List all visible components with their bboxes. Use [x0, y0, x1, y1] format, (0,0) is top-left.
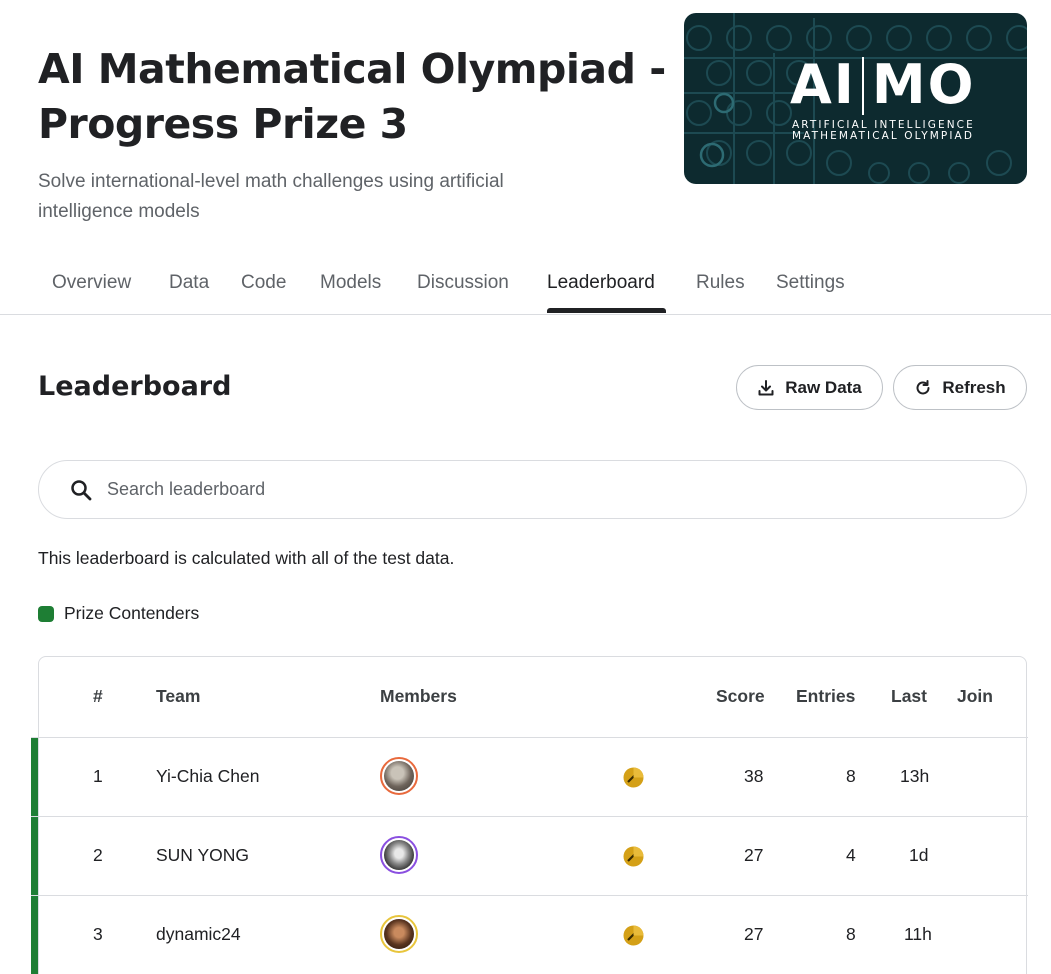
logo-divider	[861, 57, 864, 115]
avatar-image	[384, 919, 414, 949]
avatar[interactable]	[380, 836, 418, 874]
refresh-icon	[916, 379, 930, 394]
logo-subtitle: ARTIFICIAL INTELLIGENCE MATHEMATICAL OLYM…	[792, 120, 975, 142]
search-input[interactable]	[107, 479, 907, 500]
table-row[interactable]: 3 dynamic24 27 8 11h	[31, 895, 1028, 974]
last-cell: 11h	[904, 924, 932, 944]
gold-medal-icon	[623, 925, 644, 946]
raw-data-label: Raw Data	[785, 377, 862, 397]
tab-overview[interactable]: Overview	[52, 272, 131, 294]
competition-tabs: Overview Data Code Models Discussion Lea…	[0, 260, 1051, 315]
table-row[interactable]: 1 Yi-Chia Chen 38 8 13h	[31, 737, 1028, 816]
tab-rules[interactable]: Rules	[696, 272, 745, 294]
table-header: # Team Members Score Entries Last Join	[39, 657, 1026, 737]
refresh-label: Refresh	[942, 377, 1006, 397]
page-title: AI Mathematical Olympiad - Progress Priz…	[38, 45, 666, 148]
tab-leaderboard[interactable]: Leaderboard	[547, 272, 655, 294]
page-subtitle: Solve international-level math challenge…	[38, 171, 504, 222]
logo-mo-text: MO	[871, 53, 976, 116]
rank-cell: 3	[93, 924, 103, 944]
rank-cell: 2	[93, 845, 103, 865]
legend-prize-contenders: Prize Contenders	[38, 603, 199, 624]
legend-label: Prize Contenders	[64, 603, 200, 623]
active-tab-indicator	[547, 308, 666, 313]
column-entries[interactable]: Entries	[796, 686, 855, 707]
prize-contender-swatch	[38, 605, 54, 622]
tab-discussion[interactable]: Discussion	[417, 272, 509, 294]
logo-wordmark: AI MO	[790, 55, 976, 115]
entries-cell: 8	[846, 766, 856, 786]
tab-data[interactable]: Data	[169, 272, 209, 294]
avatar-image	[384, 761, 414, 791]
logo-sub-line2: MATHEMATICAL OLYMPIAD	[792, 130, 974, 142]
team-name[interactable]: SUN YONG	[156, 845, 249, 866]
rank-cell: 1	[93, 766, 103, 786]
column-score[interactable]: Score	[716, 686, 765, 707]
tab-models[interactable]: Models	[320, 272, 381, 294]
last-cell: 13h	[900, 766, 930, 786]
leaderboard-table: # Team Members Score Entries Last Join 1…	[31, 656, 1028, 974]
leaderboard-title: Leaderboard	[38, 371, 232, 402]
raw-data-button[interactable]: Raw Data	[736, 365, 883, 410]
column-members: Members	[380, 686, 457, 706]
column-join[interactable]: Join	[957, 686, 993, 707]
entries-cell: 4	[846, 845, 856, 865]
gold-medal-icon	[623, 767, 644, 788]
last-cell: 1d	[909, 845, 929, 865]
competition-logo: AI MO ARTIFICIAL INTELLIGENCE MATHEMATICAL…	[684, 13, 1027, 184]
tab-code[interactable]: Code	[241, 272, 286, 294]
download-icon	[758, 379, 774, 395]
table-row[interactable]: 2 SUN YONG 27 4 1d	[31, 816, 1028, 895]
column-rank[interactable]: #	[93, 686, 103, 707]
prize-contender-marker	[31, 817, 38, 895]
score-cell: 38	[744, 766, 764, 786]
team-name[interactable]: dynamic24	[156, 924, 241, 945]
team-name[interactable]: Yi-Chia Chen	[156, 766, 259, 787]
prize-contender-marker	[31, 738, 38, 816]
column-last[interactable]: Last	[891, 686, 927, 707]
gold-medal-icon	[623, 846, 644, 867]
score-cell: 27	[744, 924, 764, 944]
search-icon	[71, 479, 92, 500]
search-bar[interactable]	[38, 460, 1027, 519]
score-cell: 27	[744, 845, 764, 865]
entries-cell: 8	[846, 924, 856, 944]
column-team[interactable]: Team	[156, 686, 200, 707]
avatar-image	[384, 840, 414, 870]
logo-ai-text: AI	[790, 53, 856, 116]
leaderboard-note: This leaderboard is calculated with all …	[38, 548, 455, 568]
avatar[interactable]	[380, 915, 418, 953]
prize-contender-marker	[31, 896, 38, 974]
refresh-button[interactable]: Refresh	[893, 365, 1027, 410]
tab-settings[interactable]: Settings	[776, 272, 845, 294]
avatar[interactable]	[380, 757, 418, 795]
